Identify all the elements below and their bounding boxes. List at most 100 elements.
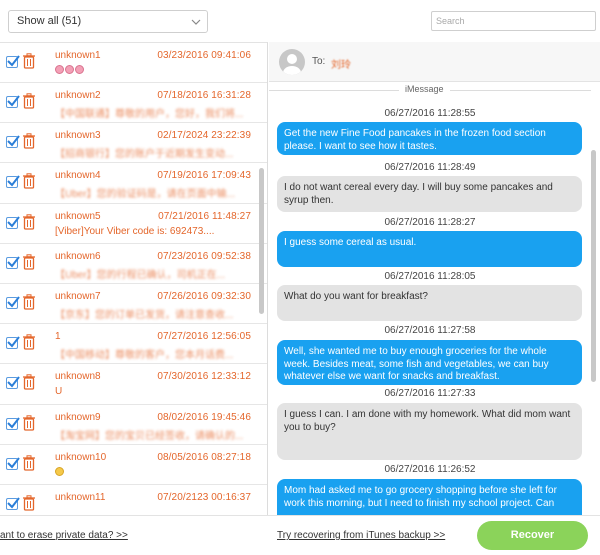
bottom-bar: ant to erase private data? >> Try recove… (0, 515, 600, 555)
emoji-preview (55, 65, 250, 76)
checkbox[interactable] (6, 376, 20, 390)
checkmark-icon (7, 215, 20, 228)
checkbox[interactable] (6, 296, 20, 309)
sender-name: unknown10 (55, 451, 107, 463)
checkbox[interactable] (6, 416, 20, 430)
sender-name: unknown6 (55, 250, 101, 262)
trash-icon[interactable] (22, 254, 36, 270)
list-item[interactable]: unknown8 07/30/2016 12:33:12 U (0, 364, 267, 405)
trash-icon[interactable] (22, 495, 36, 511)
message-preview: U (55, 386, 63, 398)
search-input[interactable] (431, 11, 596, 31)
checkbox[interactable] (6, 497, 20, 510)
sender-name: unknown1 (55, 50, 101, 61)
message-list: unknown1 03/23/2016 09:41:06 unknown2 07… (0, 42, 268, 515)
erase-data-link[interactable]: ant to erase private data? >> (0, 530, 128, 541)
conversation-scrollbar[interactable] (591, 150, 596, 382)
sent-message-bubble: I guess some cereal as usual. (277, 231, 582, 267)
message-date: 07/30/2016 12:33:12 (157, 371, 251, 383)
checkbox[interactable] (6, 175, 20, 189)
recover-button[interactable]: Recover (477, 521, 588, 550)
message-date: 08/02/2016 19:45:46 (157, 411, 251, 423)
list-item[interactable]: unknown2 07/18/2016 16:31:28 【中国联通】尊敬的用户… (0, 83, 267, 124)
emoji-icon (75, 65, 84, 74)
trash-icon[interactable] (22, 294, 36, 310)
message-date: 07/19/2016 17:09:43 (157, 170, 251, 182)
checkbox[interactable] (6, 95, 20, 108)
itunes-backup-link[interactable]: Try recovering from iTunes backup >> (277, 530, 445, 541)
avatar (279, 49, 305, 75)
trash-icon[interactable] (22, 334, 36, 350)
checkmark-icon (7, 376, 20, 388)
trash-icon[interactable] (22, 414, 36, 431)
checkmark-icon (7, 416, 20, 429)
sender-name: unknown8 (55, 371, 101, 383)
filter-label: Show all (51) (17, 15, 82, 27)
message-preview: 【淘宝网】您的宝贝已经签收，请确认的... (55, 430, 244, 442)
trash-icon[interactable] (22, 173, 36, 190)
sender-name: unknown9 (55, 411, 101, 423)
message-preview: 【京东】您的订单已发货，请注意查收... (55, 309, 234, 321)
message-timestamp: 06/27/2016 11:28:05 (384, 271, 476, 282)
checkbox[interactable] (6, 256, 20, 269)
checkbox[interactable] (6, 135, 20, 149)
checkmark-icon (7, 256, 20, 268)
checkmark-icon (7, 336, 20, 348)
list-item[interactable]: unknown9 08/02/2016 19:45:46 【淘宝网】您的宝贝已经… (0, 405, 267, 445)
message-date: 07/21/2016 11:48:27 (158, 210, 251, 222)
trash-icon[interactable] (22, 93, 36, 109)
list-item[interactable]: unknown4 07/19/2016 17:09:43 【Uber】您的验证码… (0, 163, 267, 204)
emoji-preview (55, 466, 250, 478)
recipient-name: 刘玲 (331, 60, 351, 71)
to-label: To: (312, 56, 326, 67)
received-message-bubble: I guess I can. I am done with my homewor… (277, 403, 582, 460)
list-item[interactable]: unknown3 02/17/2024 23:22:39 【招商银行】您的账户于… (0, 123, 267, 164)
list-item[interactable]: 1 07/27/2016 12:56:05 【中国移动】尊敬的客户，您本月话费.… (0, 324, 267, 365)
sent-message-bubble: Well, she wanted me to buy enough grocer… (277, 340, 582, 385)
received-message-bubble: What do you want for breakfast? (277, 285, 582, 321)
chevron-down-icon (191, 19, 201, 25)
list-item[interactable]: unknown7 07/26/2016 09:32:30 【京东】您的订单已发货… (0, 284, 267, 325)
emoji-icon (55, 466, 64, 476)
message-date: 07/20/2123 00:16:37 (157, 491, 251, 503)
service-label: iMessage (399, 84, 450, 94)
list-item[interactable]: unknown11 07/20/2123 00:16:37 (0, 485, 267, 515)
emoji-icon (55, 65, 64, 74)
filter-dropdown[interactable]: Show all (51) (8, 10, 208, 33)
checkbox[interactable] (6, 55, 20, 68)
app-window: Show all (51) unknown1 03/23/2016 09:41:… (0, 0, 600, 555)
sender-name: unknown4 (55, 170, 101, 182)
message-timestamp: 06/27/2016 11:27:58 (384, 325, 476, 336)
message-date: 02/17/2024 23:22:39 (157, 130, 251, 142)
sender-name: unknown3 (55, 130, 101, 142)
trash-icon[interactable] (22, 53, 36, 69)
list-item[interactable]: unknown6 07/23/2016 09:52:38 【Uber】您的行程已… (0, 244, 267, 284)
message-preview: 【Uber】您的行程已确认，司机正在... (55, 269, 226, 281)
message-preview: 【中国联通】尊敬的用户，您好，我们将... (55, 109, 244, 120)
checkmark-icon (7, 55, 20, 67)
message-preview: [Viber]Your Viber code is: 692473.... (55, 225, 215, 237)
message-date: 07/26/2016 09:32:30 (157, 290, 251, 302)
list-item[interactable]: unknown5 07/21/2016 11:48:27 [Viber]Your… (0, 204, 267, 244)
checkbox[interactable] (6, 457, 20, 470)
trash-icon[interactable] (22, 213, 36, 230)
message-date: 08/05/2016 08:27:18 (157, 451, 251, 463)
trash-icon[interactable] (22, 374, 36, 390)
message-timestamp: 06/27/2016 11:28:49 (384, 162, 476, 173)
list-scrollbar[interactable] (259, 168, 264, 314)
list-item[interactable]: unknown1 03/23/2016 09:41:06 (0, 43, 267, 83)
checkbox[interactable] (6, 215, 20, 229)
message-preview: 【中国移动】尊敬的客户，您本月话费... (55, 350, 234, 362)
sender-name: 1 (55, 331, 61, 343)
trash-icon[interactable] (22, 133, 36, 149)
message-timestamp: 06/27/2016 11:28:27 (384, 217, 476, 228)
checkmark-icon (7, 95, 20, 107)
message-date: 07/18/2016 16:31:28 (157, 90, 251, 101)
checkmark-icon (7, 457, 20, 469)
list-item[interactable]: unknown10 08/05/2016 08:27:18 (0, 445, 267, 485)
checkmark-icon (7, 135, 20, 147)
message-timestamp: 06/27/2016 11:28:55 (384, 108, 476, 119)
trash-icon[interactable] (22, 454, 36, 471)
sent-message-bubble: Mom had asked me to go grocery shopping … (277, 479, 582, 515)
checkbox[interactable] (6, 336, 20, 350)
